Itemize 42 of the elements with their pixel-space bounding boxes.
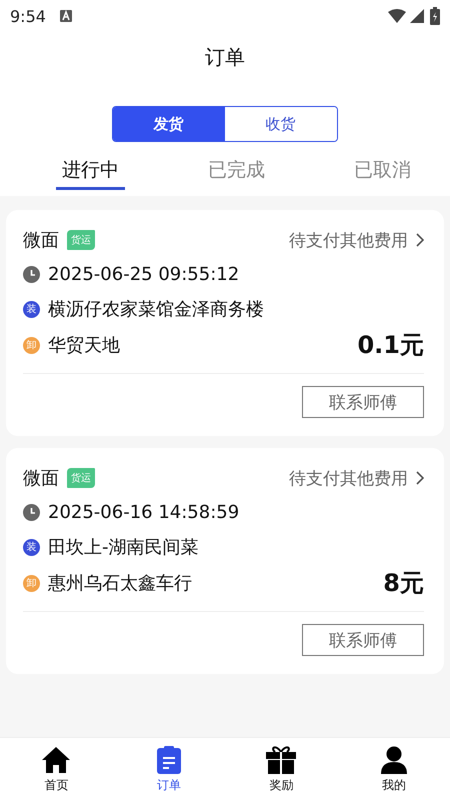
vehicle-type: 微面 [23,467,59,490]
address: 田坎上-湖南民间菜 [48,536,198,559]
signal-icon [410,9,424,23]
order-status[interactable]: 待支付其他费用 [289,228,408,252]
status-time: 9:54 [10,6,46,26]
service-tag: 货运 [67,230,95,250]
order-price: 8元 [383,568,424,599]
person-icon[interactable] [380,746,407,774]
nav-label[interactable]: 订单 [156,777,181,794]
segment-tab[interactable]: 发货 [112,107,224,141]
chevron-right-icon[interactable] [416,233,424,247]
status-tab[interactable]: 已完成 [202,152,271,190]
chevron-right-icon[interactable] [416,471,424,485]
wifi-icon [388,9,406,23]
nav-label[interactable]: 奖励 [269,777,294,794]
nav-label[interactable]: 首页 [44,777,68,794]
load-marker: 装 [23,538,40,556]
service-tag: 货运 [67,468,95,488]
address: 华贸天地 [48,334,120,357]
load-marker: 装 [23,300,40,318]
clipboard-icon[interactable] [156,746,181,774]
contact-driver-button[interactable]: 联系师傅 [302,624,424,656]
gift-icon[interactable] [266,744,296,774]
clock-icon [23,266,40,283]
address: 惠州乌石太鑫车行 [48,572,192,595]
address: 横沥仔农家菜馆金泽商务楼 [48,298,264,321]
order-time: 2025-06-16 14:58:59 [48,502,240,523]
unload-marker: 卸 [23,336,40,354]
battery-icon [430,7,440,25]
vehicle-type: 微面 [23,229,59,252]
status-tab[interactable]: 已取消 [348,152,417,190]
order-price: 0.1元 [357,330,424,361]
status-tab[interactable]: 进行中 [56,152,125,190]
order-status[interactable]: 待支付其他费用 [289,466,408,490]
home-icon[interactable] [41,746,72,774]
clock-icon [23,504,40,521]
unload-marker: 卸 [23,574,40,592]
contact-driver-button[interactable]: 联系师傅 [302,386,424,418]
nav-label[interactable]: 我的 [382,777,406,794]
page-title: 订单 [205,44,245,70]
order-time: 2025-06-25 09:55:12 [48,264,240,285]
notification-icon [60,10,72,22]
